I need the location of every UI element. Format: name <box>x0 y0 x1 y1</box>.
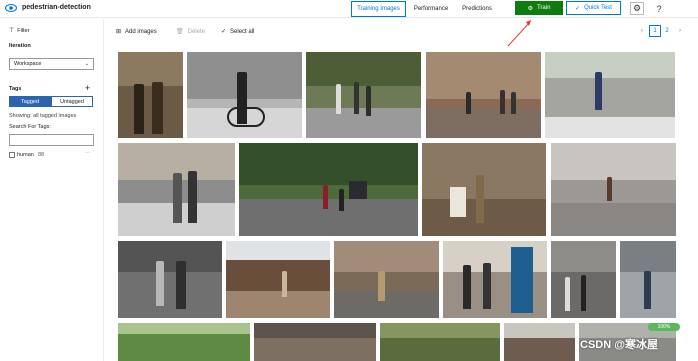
iteration-heading: Iteration <box>9 43 31 49</box>
project-name: pedestrian-detection <box>22 4 91 11</box>
add-tag-icon[interactable]: + <box>85 83 90 93</box>
showing-text: Showing: all tagged images <box>9 113 77 119</box>
image-thumbnail[interactable] <box>422 143 546 236</box>
tagged-toggle[interactable]: Tagged <box>9 96 51 107</box>
checkmark-icon: ✓ <box>221 29 227 35</box>
image-thumbnail[interactable] <box>187 52 302 138</box>
watermark-text: CSDN @寒冰屋 <box>580 339 658 351</box>
tab-predictions[interactable]: Predictions <box>456 1 498 17</box>
image-thumbnail[interactable] <box>254 323 376 361</box>
image-thumbnail[interactable] <box>118 241 222 318</box>
tab-performance[interactable]: Performance <box>408 1 454 17</box>
untagged-toggle[interactable]: Untagged <box>51 96 93 107</box>
prev-page-button[interactable]: ‹ <box>638 25 646 37</box>
iteration-select[interactable]: Workspace ⌄ <box>9 58 94 70</box>
image-thumbnail[interactable] <box>551 143 676 236</box>
gear-icon: ⚙ <box>632 3 642 13</box>
iteration-value: Workspace <box>14 61 42 67</box>
tag-more-icon[interactable]: ··· <box>85 150 91 156</box>
trash-icon: 🗑 <box>176 29 184 35</box>
tags-heading: Tags <box>9 86 22 92</box>
help-icon: ? <box>656 3 662 14</box>
select-all-button[interactable]: ✓ Select all <box>221 28 255 36</box>
filter-icon: ⊤ <box>9 28 15 34</box>
settings-button[interactable]: ⚙ <box>630 2 644 15</box>
select-all-label: Select all <box>230 28 255 35</box>
gears-icon: ⚙ <box>527 5 533 12</box>
quick-test-button[interactable]: ✓ Quick Test <box>566 1 621 15</box>
add-images-label: Add images <box>125 28 157 35</box>
image-thumbnail[interactable] <box>426 52 541 138</box>
image-thumbnail[interactable] <box>620 241 676 318</box>
image-thumbnail[interactable] <box>545 52 675 138</box>
image-thumbnail[interactable] <box>443 241 547 318</box>
page-1-button[interactable]: 1 <box>649 25 661 37</box>
filter-toggle[interactable]: ⊤ Filter <box>9 27 30 35</box>
eye-logo-icon <box>5 4 17 12</box>
help-button[interactable]: ? <box>652 2 666 15</box>
quick-test-label: Quick Test <box>584 5 612 11</box>
image-thumbnail[interactable] <box>551 241 616 318</box>
image-thumbnail[interactable] <box>334 241 439 318</box>
filter-label: Filter <box>17 27 30 34</box>
search-tags-label: Search For Tags: <box>9 124 51 130</box>
tab-training-images[interactable]: Training Images <box>351 1 406 17</box>
status-badge: 100% <box>648 323 680 331</box>
next-page-button[interactable]: › <box>676 25 684 37</box>
top-bar: pedestrian-detection Training Images Per… <box>0 0 698 18</box>
image-thumbnail[interactable] <box>118 143 235 236</box>
image-thumbnail[interactable] <box>118 52 183 138</box>
tag-checkbox[interactable] <box>9 152 15 158</box>
sidebar: ⊤ Filter Iteration Workspace ⌄ Tags + Ta… <box>0 19 104 361</box>
tag-name: human <box>17 152 34 158</box>
image-thumbnail[interactable] <box>380 323 500 361</box>
delete-button[interactable]: 🗑 Delete <box>176 28 205 36</box>
image-thumbnail[interactable] <box>239 143 418 236</box>
add-images-button[interactable]: ⊞ Add images <box>116 28 157 36</box>
image-thumbnail[interactable] <box>306 52 421 138</box>
train-button[interactable]: ⚙ Train <box>515 1 563 15</box>
search-tags-input[interactable] <box>9 134 94 146</box>
delete-label: Delete <box>187 28 205 35</box>
page-2-button[interactable]: 2 <box>663 25 671 37</box>
image-thumbnail[interactable] <box>226 241 330 318</box>
check-icon: ✓ <box>575 5 581 12</box>
train-label: Train <box>536 5 551 11</box>
chevron-down-icon: ⌄ <box>84 61 89 67</box>
add-image-icon: ⊞ <box>116 29 122 35</box>
tag-count: 88 <box>38 152 45 158</box>
image-thumbnail[interactable] <box>504 323 575 361</box>
image-thumbnail[interactable] <box>118 323 250 361</box>
